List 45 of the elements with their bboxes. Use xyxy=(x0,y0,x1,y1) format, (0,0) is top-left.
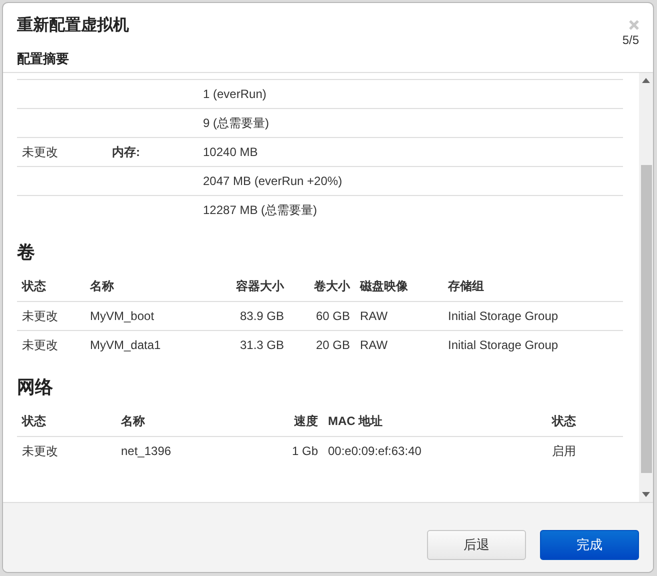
table-cell-text: 60 GB xyxy=(314,309,351,323)
field-label: 内存: xyxy=(111,144,141,160)
section-heading: 卷 xyxy=(17,241,36,264)
table-cell-text: 31.3 GB xyxy=(238,338,285,352)
column-header: 状态 xyxy=(20,413,47,430)
table-cell-text: MyVM_data1 xyxy=(89,338,162,352)
table-cell-text: net_1396 xyxy=(120,444,172,458)
column-header: 卷大小 xyxy=(313,278,352,295)
column-header: 名称 xyxy=(120,413,146,430)
table-cell-text: 12287 MB (总需要量) xyxy=(202,202,318,218)
table-cell-text: RAW xyxy=(359,338,389,352)
column-header: 磁盘映像 xyxy=(358,278,409,295)
column-header: 容器大小 xyxy=(235,278,286,295)
dialog-title: 重新配置虚拟机 xyxy=(17,15,129,36)
table-cell-text: 9 (总需要量) xyxy=(202,114,270,132)
section-heading: 网络 xyxy=(17,376,54,399)
table-cell-text: 未更改 xyxy=(21,442,59,460)
column-header: 状态 xyxy=(20,278,47,295)
step-counter: 5/5 xyxy=(622,33,639,47)
table-cell-text: 1 Gb xyxy=(290,444,319,458)
table-cell-text: 1 (everRun) xyxy=(202,87,268,101)
dialog-subtitle: 配置摘要 xyxy=(17,50,70,68)
table-cell-text: 83.9 GB xyxy=(238,309,285,323)
table-cell-text: 10240 MB xyxy=(202,145,259,159)
table-cell-text: 未更改 xyxy=(21,144,59,160)
scrollbar[interactable] xyxy=(639,73,653,502)
scroll-up-icon[interactable] xyxy=(642,78,650,83)
table-cell-text: 20 GB xyxy=(314,338,351,352)
table-cell-text: 启用 xyxy=(551,442,577,460)
table-cell-text: RAW xyxy=(359,309,389,323)
table-cell-text: Initial Storage Group xyxy=(447,338,560,352)
table-cell-text: MyVM_boot xyxy=(89,309,156,323)
column-header: 状态 xyxy=(550,413,577,430)
scroll-down-icon[interactable] xyxy=(642,492,650,497)
column-header: 名称 xyxy=(88,278,115,295)
table-cell-text: 2047 MB (everRun +20%) xyxy=(202,174,344,188)
column-header: 存储组 xyxy=(446,278,485,295)
table-cell-text: 00:e0:09:ef:63:40 xyxy=(327,444,422,458)
finish-button[interactable]: 完成 xyxy=(540,530,639,560)
column-header: MAC 地址 xyxy=(327,413,384,430)
table-cell-text: 未更改 xyxy=(21,308,59,324)
table-cell-text: 未更改 xyxy=(21,336,59,354)
back-button[interactable]: 后退 xyxy=(427,530,526,560)
column-header: 速度 xyxy=(293,413,319,430)
table-cell-text: Initial Storage Group xyxy=(447,309,560,323)
